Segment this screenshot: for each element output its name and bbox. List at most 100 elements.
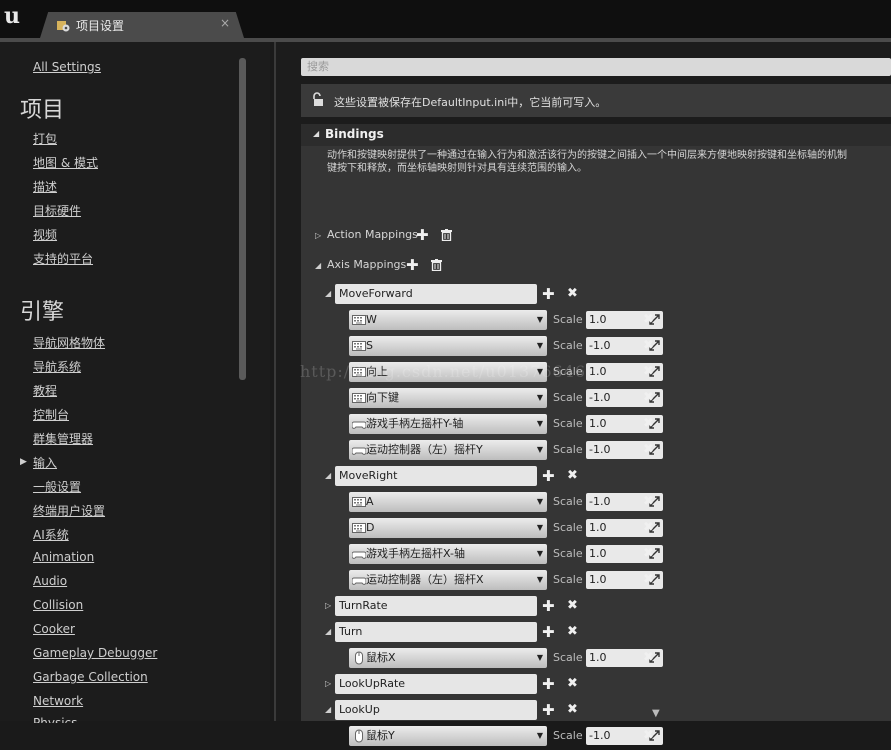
remove-axis-icon[interactable]: ✖: [567, 599, 578, 613]
expand-arrow-icon[interactable]: ▷: [325, 679, 331, 688]
scale-label: Scale: [553, 729, 583, 742]
key-selector-combo[interactable]: 向上 ▼: [349, 362, 547, 382]
sidebar-scrollbar[interactable]: [239, 58, 246, 380]
remove-axis-icon[interactable]: ✖: [567, 625, 578, 639]
remove-axis-icon[interactable]: ✖: [567, 677, 578, 691]
add-action-mapping-icon[interactable]: ✚: [416, 228, 429, 243]
keyboard-icon: [352, 521, 366, 535]
remove-key-icon[interactable]: ✖: [643, 313, 654, 327]
sidebar-item-tutorials[interactable]: 教程: [33, 382, 57, 399]
key-selector-combo[interactable]: 向下键 ▼: [349, 388, 547, 408]
key-selector-combo[interactable]: 运动控制器（左）摇杆Y ▼: [349, 440, 547, 460]
collapse-arrow-icon[interactable]: ◢: [325, 289, 331, 298]
scroll-down-icon[interactable]: ▼: [652, 708, 660, 719]
dropdown-arrow-icon: ▼: [536, 523, 543, 532]
bindings-description: 动作和按键映射提供了一种通过在输入行为和激活该行为的按键之间插入一个中间层来方便…: [327, 150, 847, 174]
sidebar-item-garbage-collection[interactable]: Garbage Collection: [33, 670, 148, 684]
sidebar-item-general-settings[interactable]: 一般设置: [33, 478, 81, 495]
axis-name-field[interactable]: TurnRate: [335, 596, 537, 616]
tab-project-settings[interactable]: 项目设置 ×: [40, 12, 244, 38]
key-selector-combo[interactable]: D ▼: [349, 518, 547, 538]
delete-action-mappings-icon[interactable]: [441, 229, 452, 241]
key-name: 游戏手柄左摇杆X-轴: [366, 547, 465, 560]
remove-key-icon[interactable]: ✖: [643, 547, 654, 561]
tab-close-icon[interactable]: ×: [220, 16, 230, 30]
add-key-icon[interactable]: ✚: [542, 287, 555, 302]
remove-key-icon[interactable]: ✖: [643, 651, 654, 665]
remove-key-icon[interactable]: ✖: [643, 521, 654, 535]
unreal-logo-icon: u: [4, 3, 20, 29]
dropdown-arrow-icon: ▼: [536, 731, 543, 740]
sidebar-item-packaging[interactable]: 打包: [33, 130, 57, 147]
remove-key-icon[interactable]: ✖: [643, 573, 654, 587]
sidebar-item-maps-modes[interactable]: 地图 & 模式: [33, 154, 98, 171]
delete-axis-mappings-icon[interactable]: [431, 259, 442, 271]
axis-name-field[interactable]: LookUpRate: [335, 674, 537, 694]
remove-axis-icon[interactable]: ✖: [567, 469, 578, 483]
add-axis-mapping-icon[interactable]: ✚: [406, 258, 419, 273]
sidebar-item-animation[interactable]: Animation: [33, 550, 94, 564]
remove-axis-icon[interactable]: ✖: [567, 703, 578, 717]
scale-value: -1.0: [589, 339, 611, 352]
sidebar-item-navmesh[interactable]: 导航网格物体: [33, 334, 105, 351]
add-key-icon[interactable]: ✚: [542, 625, 555, 640]
add-key-icon[interactable]: ✚: [542, 469, 555, 484]
sidebar-item-description[interactable]: 描述: [33, 178, 57, 195]
key-selector-combo[interactable]: 游戏手柄左摇杆X-轴 ▼: [349, 544, 547, 564]
remove-key-icon[interactable]: ✖: [643, 391, 654, 405]
add-key-icon[interactable]: ✚: [542, 703, 555, 718]
sidebar-item-movies[interactable]: 视频: [33, 226, 57, 243]
bindings-header[interactable]: ◢ Bindings: [301, 124, 891, 146]
sidebar-item-cooker[interactable]: Cooker: [33, 622, 75, 636]
sidebar-section-project: 项目: [20, 98, 65, 123]
sidebar-item-navigation-system[interactable]: 导航系统: [33, 358, 81, 375]
add-key-icon[interactable]: ✚: [542, 599, 555, 614]
expand-arrow-icon[interactable]: ▷: [315, 231, 321, 240]
dropdown-arrow-icon: ▼: [536, 419, 543, 428]
sidebar-item-ai-system[interactable]: AI系统: [33, 526, 69, 543]
collapse-arrow-icon[interactable]: ◢: [315, 261, 321, 270]
sidebar-item-crowd-manager[interactable]: 群集管理器: [33, 430, 93, 447]
axis-name-field[interactable]: MoveForward: [335, 284, 537, 304]
sidebar-item-target-hardware[interactable]: 目标硬件: [33, 202, 81, 219]
search-input[interactable]: 搜索: [301, 58, 891, 76]
selected-arrow-icon: ▶: [20, 457, 27, 467]
key-selector-combo[interactable]: 鼠标Y ▼: [349, 726, 547, 746]
collapse-arrow-icon[interactable]: ◢: [325, 627, 331, 636]
sidebar-item-gameplay-debugger[interactable]: Gameplay Debugger: [33, 646, 157, 660]
remove-key-icon[interactable]: ✖: [643, 365, 654, 379]
sidebar-item-audio[interactable]: Audio: [33, 574, 67, 588]
add-key-icon[interactable]: ✚: [542, 677, 555, 692]
sidebar-item-network[interactable]: Network: [33, 694, 83, 708]
scale-value: -1.0: [589, 495, 611, 508]
sidebar-item-collision[interactable]: Collision: [33, 598, 83, 612]
sidebar-item-end-user-settings[interactable]: 终端用户设置: [33, 502, 105, 519]
key-selector-combo[interactable]: A ▼: [349, 492, 547, 512]
expand-arrow-icon[interactable]: ▷: [325, 601, 331, 610]
key-selector-combo[interactable]: 游戏手柄左摇杆Y-轴 ▼: [349, 414, 547, 434]
collapse-arrow-icon[interactable]: ◢: [325, 705, 331, 714]
sidebar-item-console[interactable]: 控制台: [33, 406, 69, 423]
scale-value: 1.0: [589, 651, 607, 664]
remove-key-icon[interactable]: ✖: [643, 417, 654, 431]
remove-key-icon[interactable]: ✖: [643, 495, 654, 509]
sidebar-item-physics[interactable]: Physics: [33, 716, 77, 723]
key-selector-combo[interactable]: S ▼: [349, 336, 547, 356]
collapse-arrow-icon[interactable]: ◢: [325, 471, 331, 480]
scale-value: 1.0: [589, 417, 607, 430]
axis-name-field[interactable]: Turn: [335, 622, 537, 642]
remove-axis-icon[interactable]: ✖: [567, 287, 578, 301]
remove-key-icon[interactable]: ✖: [643, 729, 654, 743]
unlock-icon: [313, 92, 323, 106]
remove-key-icon[interactable]: ✖: [643, 443, 654, 457]
sidebar-item-all-settings[interactable]: All Settings: [33, 60, 101, 74]
axis-name-field[interactable]: MoveRight: [335, 466, 537, 486]
axis-name-field[interactable]: LookUp: [335, 700, 537, 720]
sidebar-item-supported-platforms[interactable]: 支持的平台: [33, 250, 93, 267]
dropdown-arrow-icon: ▼: [536, 341, 543, 350]
remove-key-icon[interactable]: ✖: [643, 339, 654, 353]
key-selector-combo[interactable]: W ▼: [349, 310, 547, 330]
key-selector-combo[interactable]: 鼠标X ▼: [349, 648, 547, 668]
sidebar-item-input[interactable]: 输入: [33, 454, 57, 471]
key-selector-combo[interactable]: 运动控制器（左）摇杆X ▼: [349, 570, 547, 590]
